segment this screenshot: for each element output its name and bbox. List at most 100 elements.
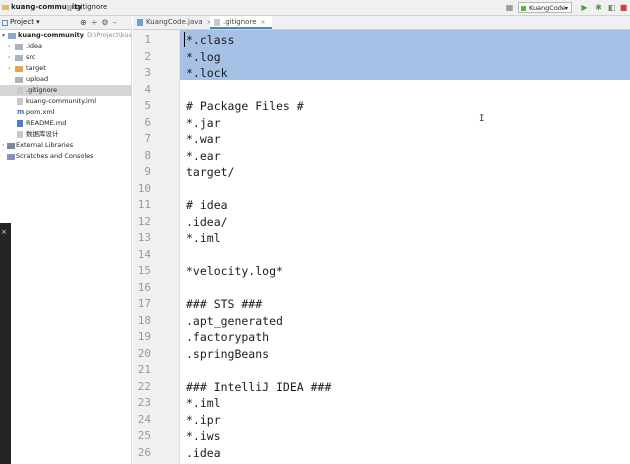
code-line[interactable]: *.log	[186, 49, 221, 66]
line-number: 17	[137, 297, 151, 310]
tab-kuangcode-java[interactable]: KuangCode.java×	[133, 16, 218, 29]
tree-item-label: target	[26, 64, 46, 72]
stop-icon[interactable]: ■	[619, 3, 628, 12]
close-icon[interactable]: ×	[261, 19, 266, 26]
code-line[interactable]: *.class	[186, 32, 234, 49]
file-icon	[214, 19, 220, 26]
run-configuration-select[interactable]: KuangCode ▾	[518, 2, 572, 13]
tab-gitignore[interactable]: .gitignore ×	[210, 16, 272, 29]
code-line[interactable]: ### IntelliJ IDEA ###	[186, 379, 331, 396]
code-line[interactable]: *.jar	[186, 115, 221, 132]
tree-item-gitignore[interactable]: .gitignore	[0, 85, 131, 96]
close-icon[interactable]: ×	[1, 228, 7, 236]
locate-icon[interactable]: ⊕	[80, 18, 91, 27]
tree-item-label: upload	[26, 75, 49, 83]
chevron-right-icon[interactable]: ›	[8, 63, 14, 74]
tree-item-scratches[interactable]: Scratches and Consoles	[0, 151, 131, 162]
folder-icon	[15, 44, 23, 50]
tree-item-db-design[interactable]: 数据库设计	[0, 129, 131, 140]
debug-icon[interactable]: ✱	[594, 3, 603, 12]
navigation-bar: kuang-community › .gitignore ▦ KuangCode…	[0, 0, 630, 16]
tree-item-path: D:\Project\kuang-c	[87, 31, 131, 39]
folder-icon	[15, 55, 23, 61]
line-number: 4	[144, 82, 151, 96]
tree-item-src[interactable]: › src	[0, 52, 131, 63]
line-number: 23	[137, 396, 151, 409]
line-number-gutter: 1 2 3 4 5 6 7 8 9 10 11 12 13 14 15 16 1…	[133, 30, 180, 464]
code-line[interactable]: .idea	[186, 445, 221, 462]
code-line[interactable]: .factorypath	[186, 329, 269, 346]
chevron-right-icon[interactable]: ›	[8, 52, 14, 63]
tree-item-target[interactable]: › target	[0, 63, 131, 74]
hide-icon[interactable]: –	[113, 18, 121, 27]
line-number: 12	[137, 214, 151, 228]
gear-icon[interactable]: ⚙	[101, 18, 112, 27]
folder-orange-icon	[15, 66, 23, 72]
collapse-icon[interactable]: ÷	[91, 18, 102, 27]
line-number: 15	[137, 264, 151, 277]
tab-label: .gitignore	[223, 18, 257, 26]
file-icon	[66, 4, 72, 11]
tree-item-readme[interactable]: README.md	[0, 118, 131, 129]
overlay-panel: ×	[0, 223, 11, 464]
code-line[interactable]: *.iml	[186, 230, 221, 247]
project-panel-header: Project ▾ ⊕÷⚙–	[0, 16, 132, 30]
tree-item-idea[interactable]: › .idea	[0, 41, 131, 52]
code-line[interactable]: *.ipr	[186, 412, 221, 429]
line-number: 19	[137, 330, 151, 343]
project-panel-title[interactable]: Project ▾	[10, 16, 40, 29]
tree-item-pom[interactable]: m pom.xml	[0, 107, 131, 118]
tree-item-external-libraries[interactable]: › External Libraries	[0, 140, 131, 151]
tree-item-label: Scratches and Consoles	[16, 152, 94, 160]
editor-tab-bar: KuangCode.java× .gitignore ×	[133, 16, 630, 30]
line-number: 5	[144, 99, 151, 112]
breadcrumb-file-label: .gitignore	[73, 3, 108, 11]
code-line[interactable]: .springBeans	[186, 346, 269, 363]
breadcrumb-file[interactable]: › .gitignore	[62, 0, 107, 15]
text-selection	[180, 30, 630, 80]
markdown-icon	[17, 120, 23, 127]
tree-item-label: kuang-community	[18, 31, 85, 39]
code-line[interactable]: *.iws	[186, 428, 221, 445]
build-icon[interactable]: ▦	[505, 3, 514, 12]
project-tree: ▾ kuang-communityD:\Project\kuang-c › .i…	[0, 30, 132, 464]
line-number: 6	[144, 115, 151, 129]
tree-item-iml[interactable]: kuang-community.iml	[0, 96, 131, 107]
folder-icon	[15, 77, 23, 83]
tree-item-label: pom.xml	[26, 108, 55, 116]
code-line[interactable]: .idea/	[186, 214, 228, 231]
tree-item-label: README.md	[26, 119, 67, 127]
line-number: 11	[137, 198, 151, 211]
code-line[interactable]: *.lock	[186, 65, 228, 82]
code-line[interactable]: *velocity.log*	[186, 263, 283, 280]
code-editor[interactable]: *.class *.log *.lock # Package Files # *…	[180, 30, 630, 464]
line-number: 7	[144, 132, 151, 145]
tree-item-upload[interactable]: upload	[0, 74, 131, 85]
text-caret	[184, 32, 185, 47]
line-number: 21	[137, 363, 151, 376]
code-line[interactable]: *.iml	[186, 395, 221, 412]
code-line[interactable]: # Package Files #	[186, 98, 304, 115]
line-number: 1	[144, 33, 151, 46]
chevron-down-icon: ▾	[564, 5, 568, 12]
tab-label: KuangCode.java	[146, 18, 203, 26]
code-line[interactable]: *.war	[186, 131, 221, 148]
line-number: 9	[144, 165, 151, 178]
line-number: 24	[137, 412, 151, 426]
code-line[interactable]: target/	[186, 164, 234, 181]
code-line[interactable]: *.ear	[186, 148, 221, 165]
code-line[interactable]: .apt_generated	[186, 313, 283, 330]
tree-item-kuang-community[interactable]: ▾ kuang-communityD:\Project\kuang-c	[0, 30, 131, 41]
line-number: 22	[137, 379, 151, 393]
coverage-icon[interactable]: ◧	[607, 3, 616, 12]
breadcrumb-separator: ›	[62, 3, 65, 11]
tree-item-label: External Libraries	[16, 141, 74, 149]
tree-item-label: src	[26, 53, 36, 61]
tree-item-label: 数据库设计	[26, 130, 59, 138]
code-line[interactable]: # idea	[186, 197, 228, 214]
mouse-ibeam-icon: I	[479, 114, 485, 124]
chevron-right-icon[interactable]: ›	[8, 41, 14, 52]
line-number: 16	[137, 280, 151, 294]
code-line[interactable]: ### STS ###	[186, 296, 262, 313]
run-icon[interactable]: ▶	[580, 3, 589, 12]
